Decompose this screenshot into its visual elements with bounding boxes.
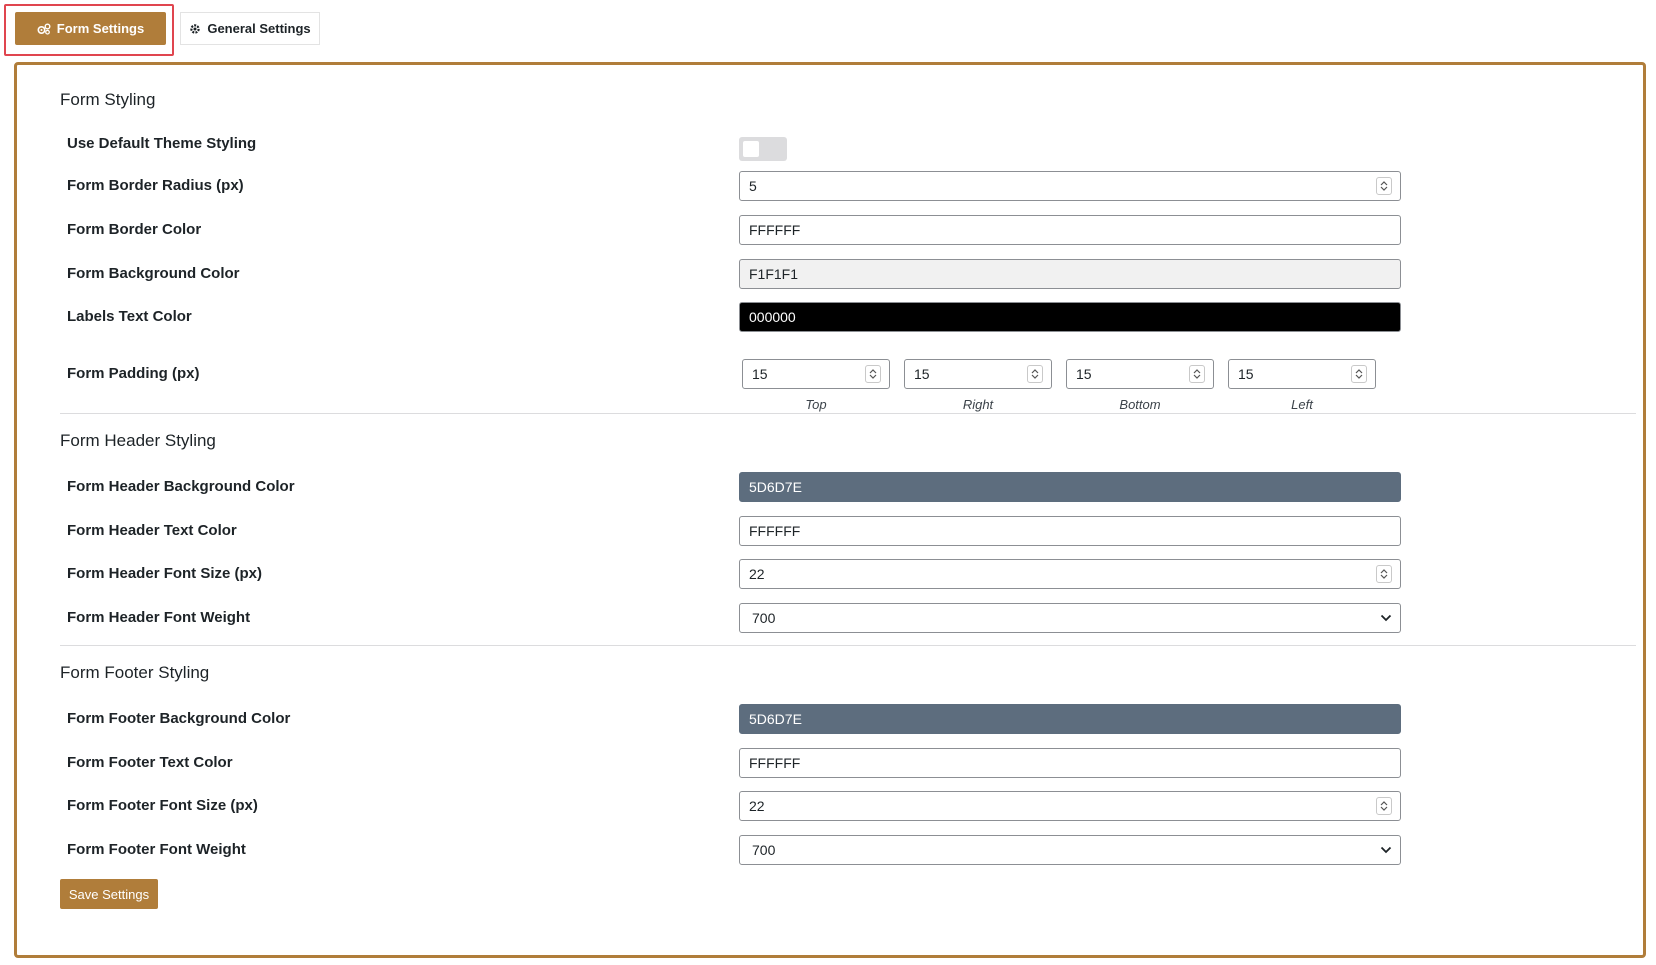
label-header-font-weight: Form Header Font Weight: [67, 609, 251, 626]
spinner-arrows-icon[interactable]: [1376, 565, 1392, 583]
section-title-form-styling: Form Styling: [60, 90, 156, 109]
label-header-bg-color: Form Header Background Color: [67, 478, 295, 495]
padding-top-value: 15: [752, 366, 768, 382]
header-font-size-input[interactable]: 22: [739, 559, 1401, 589]
padding-left-input[interactable]: 15: [1228, 359, 1376, 389]
label-footer-font-size: Form Footer Font Size (px): [67, 797, 258, 814]
section-divider: [60, 413, 1636, 414]
tab-general-settings[interactable]: General Settings: [180, 12, 320, 45]
border-color-input[interactable]: FFFFFF: [739, 215, 1401, 245]
label-header-text-color: Form Header Text Color: [67, 522, 237, 539]
header-bg-color-value: 5D6D7E: [749, 479, 802, 495]
header-font-weight-select[interactable]: 700: [739, 603, 1401, 633]
border-radius-value: 5: [749, 178, 757, 194]
tab-form-settings[interactable]: Form Settings: [15, 12, 166, 45]
chevron-down-icon: [1380, 846, 1392, 854]
header-bg-color-input[interactable]: 5D6D7E: [739, 472, 1401, 502]
footer-font-size-input[interactable]: 22: [739, 791, 1401, 821]
spinner-arrows-icon[interactable]: [865, 365, 881, 383]
label-header-font-size: Form Header Font Size (px): [67, 565, 263, 582]
label-background-color: Form Background Color: [67, 265, 240, 282]
section-title-header-styling: Form Header Styling: [60, 431, 216, 450]
header-text-color-input[interactable]: FFFFFF: [739, 516, 1401, 546]
label-labels-text-color: Labels Text Color: [67, 308, 192, 325]
save-settings-button[interactable]: Save Settings: [60, 879, 158, 909]
header-text-color-value: FFFFFF: [749, 523, 801, 539]
border-color-value: FFFFFF: [749, 222, 801, 238]
footer-font-size-value: 22: [749, 798, 765, 814]
spinner-arrows-icon[interactable]: [1376, 797, 1392, 815]
padding-right-input[interactable]: 15: [904, 359, 1052, 389]
tab-general-settings-label: General Settings: [207, 21, 311, 36]
header-font-weight-value: 700: [752, 610, 776, 626]
label-border-radius: Form Border Radius (px): [67, 177, 244, 194]
label-footer-font-weight: Form Footer Font Weight: [67, 841, 246, 858]
footer-font-weight-value: 700: [752, 842, 776, 858]
gears-icon: [37, 23, 51, 35]
spinner-arrows-icon[interactable]: [1027, 365, 1043, 383]
spinner-arrows-icon[interactable]: [1351, 365, 1367, 383]
labels-text-color-input[interactable]: 000000: [739, 302, 1401, 332]
padding-bottom-caption: Bottom: [1119, 397, 1161, 412]
section-title-footer-styling: Form Footer Styling: [60, 663, 210, 682]
tab-form-settings-label: Form Settings: [56, 21, 145, 36]
padding-right-value: 15: [914, 366, 930, 382]
footer-font-weight-select[interactable]: 700: [739, 835, 1401, 865]
label-use-default-theme: Use Default Theme Styling: [67, 135, 257, 152]
padding-top-caption: Top: [805, 397, 827, 412]
background-color-value: F1F1F1: [749, 266, 799, 282]
footer-bg-color-value: 5D6D7E: [749, 711, 802, 727]
padding-right-caption: Right: [962, 397, 994, 412]
border-radius-input[interactable]: 5: [739, 171, 1401, 201]
padding-bottom-value: 15: [1076, 366, 1092, 382]
label-footer-bg-color: Form Footer Background Color: [67, 710, 291, 727]
footer-text-color-input[interactable]: FFFFFF: [739, 748, 1401, 778]
toggle-knob: [743, 141, 759, 157]
gear-icon: [189, 23, 201, 35]
padding-top-input[interactable]: 15: [742, 359, 890, 389]
settings-panel: Form Styling Use Default Theme Styling F…: [14, 62, 1646, 958]
chevron-down-icon: [1380, 614, 1392, 622]
label-border-color: Form Border Color: [67, 221, 202, 238]
footer-bg-color-input[interactable]: 5D6D7E: [739, 704, 1401, 734]
spinner-arrows-icon[interactable]: [1376, 177, 1392, 195]
padding-left-value: 15: [1238, 366, 1254, 382]
section-divider: [60, 645, 1636, 646]
padding-left-caption: Left: [1291, 397, 1313, 412]
label-footer-text-color: Form Footer Text Color: [67, 754, 233, 771]
background-color-input[interactable]: F1F1F1: [739, 259, 1401, 289]
label-form-padding: Form Padding (px): [67, 365, 200, 382]
header-font-size-value: 22: [749, 566, 765, 582]
use-default-theme-toggle[interactable]: [739, 137, 787, 161]
padding-bottom-input[interactable]: 15: [1066, 359, 1214, 389]
labels-text-color-value: 000000: [749, 309, 796, 325]
footer-text-color-value: FFFFFF: [749, 755, 801, 771]
spinner-arrows-icon[interactable]: [1189, 365, 1205, 383]
